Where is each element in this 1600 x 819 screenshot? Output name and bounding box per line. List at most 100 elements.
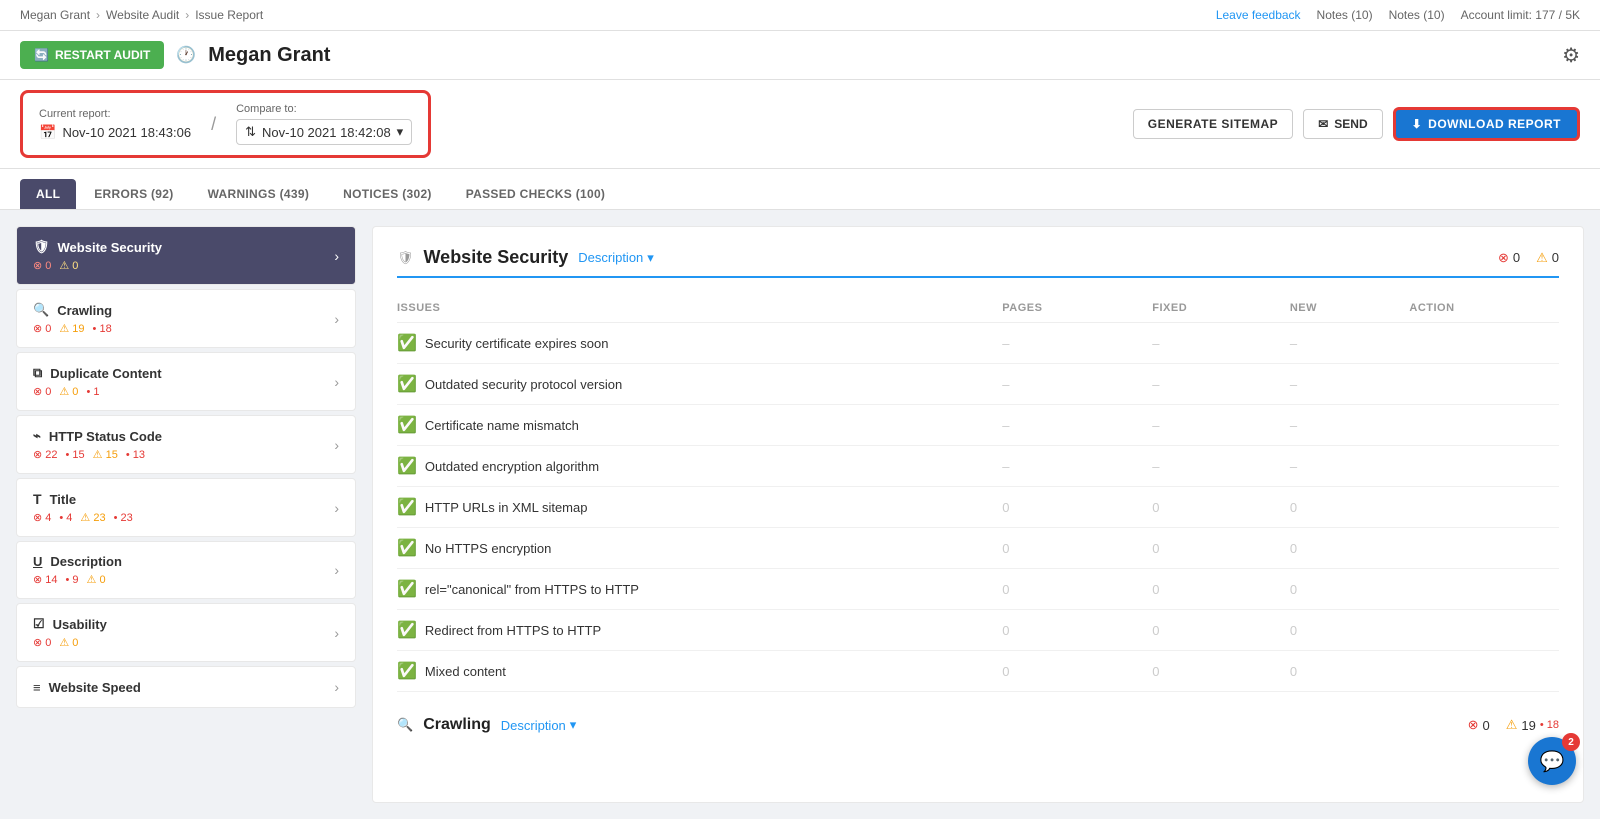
breadcrumb-sep-2: › — [185, 8, 189, 22]
issues-table: ISSUES PAGES FIXED NEW ACTION ✅ Security… — [397, 294, 1559, 692]
issue-action-cell — [1397, 569, 1559, 610]
table-row[interactable]: ✅ Redirect from HTTPS to HTTP 0 0 0 — [397, 610, 1559, 651]
table-row[interactable]: ✅ Security certificate expires soon – – … — [397, 323, 1559, 364]
sidebar-item-website-security-title: 🛡 Website Security — [33, 239, 162, 255]
issue-name-text: Outdated security protocol version — [425, 377, 622, 392]
issue-action-cell — [1397, 528, 1559, 569]
current-date-value: Nov-10 2021 18:43:06 — [62, 125, 191, 140]
notes-label[interactable]: Notes (10) — [1389, 8, 1445, 22]
issue-fixed-cell: – — [1140, 405, 1278, 446]
table-row[interactable]: ✅ Certificate name mismatch – – – — [397, 405, 1559, 446]
filter-tab-warnings[interactable]: WARNINGS (439) — [192, 179, 326, 209]
table-row[interactable]: ✅ HTTP URLs in XML sitemap 0 0 0 — [397, 487, 1559, 528]
section1-description-link[interactable]: Description ▾ — [578, 250, 654, 266]
table-row[interactable]: ✅ No HTTPS encryption 0 0 0 — [397, 528, 1559, 569]
report-bar: Current report: 📅 Nov-10 2021 18:43:06 /… — [0, 80, 1600, 169]
clock-icon[interactable]: 🕐 — [176, 45, 196, 65]
section1-warning-icon: ⚠ — [1536, 250, 1548, 266]
compare-label: Compare to: — [236, 103, 412, 115]
issue-new-cell: 0 — [1278, 651, 1398, 692]
chevron-right-icon-http: › — [334, 437, 339, 453]
issue-pages-cell: 0 — [990, 569, 1140, 610]
breadcrumb-item-2[interactable]: Website Audit — [106, 8, 179, 22]
filter-tab-notices[interactable]: NOTICES (302) — [327, 179, 448, 209]
envelope-icon: ✉ — [1318, 117, 1328, 131]
speed-icon: ≡ — [33, 680, 41, 695]
section1-header-left: 🛡 Website Security Description ▾ — [397, 247, 654, 268]
sidebar-http-label: HTTP Status Code — [49, 429, 162, 444]
section2-new-warn: • 18 — [1540, 719, 1559, 731]
issue-fixed-cell: – — [1140, 364, 1278, 405]
sidebar-item-usability-title: ☑ Usability — [33, 616, 107, 632]
desc-new-error-stat: • 9 — [66, 574, 79, 586]
sidebar-item-usability[interactable]: ☑ Usability ⊗ 0 ⚠ 0 › — [16, 603, 356, 662]
issue-pages-cell: 0 — [990, 487, 1140, 528]
sidebar-item-crawling-left: 🔍 Crawling ⊗ 0 ⚠ 19 • 18 — [33, 302, 112, 335]
sidebar-item-crawling-title: 🔍 Crawling — [33, 302, 112, 318]
sidebar-item-website-security[interactable]: 🛡 Website Security ⊗ 0 ⚠ 0 › — [16, 226, 356, 285]
issue-name-cell: ✅ Outdated encryption algorithm — [397, 446, 990, 487]
send-button[interactable]: ✉ SEND — [1303, 109, 1382, 139]
sidebar-item-title[interactable]: T Title ⊗ 4 • 4 ⚠ 23 • 23 › — [16, 478, 356, 537]
generate-sitemap-button[interactable]: GENERATE SITEMAP — [1133, 109, 1293, 139]
restart-audit-button[interactable]: 🔄 RESTART AUDIT — [20, 41, 164, 69]
report-bar-right: GENERATE SITEMAP ✉ SEND ⬇ DOWNLOAD REPOR… — [1133, 107, 1580, 141]
section1-shield-icon: 🛡 — [397, 250, 414, 266]
issue-action-cell — [1397, 487, 1559, 528]
title-warning-stat: ⚠ 23 — [80, 511, 105, 524]
usability-icon: ☑ — [33, 616, 45, 632]
crawling-new-stat: • 18 — [93, 323, 112, 335]
sidebar-item-http-status[interactable]: ⌁ HTTP Status Code ⊗ 22 • 15 ⚠ 15 • 13 › — [16, 415, 356, 474]
sidebar-item-crawling[interactable]: 🔍 Crawling ⊗ 0 ⚠ 19 • 18 › — [16, 289, 356, 348]
dup-new-stat: • 1 — [86, 386, 99, 398]
section2-header: 🔍 Crawling Description ▾ ⊗ 0 ⚠ 19 • 18 — [397, 716, 1559, 742]
chevron-right-icon-speed: › — [334, 679, 339, 695]
compare-date-value: Nov-10 2021 18:42:08 — [262, 125, 391, 140]
section2-desc-chevron: ▾ — [570, 717, 577, 733]
sidebar-usability-stats: ⊗ 0 ⚠ 0 — [33, 636, 107, 649]
sidebar: 🛡 Website Security ⊗ 0 ⚠ 0 › 🔍 Crawling … — [16, 226, 356, 803]
check-icon: ✅ — [397, 538, 417, 558]
section2-header-left: 🔍 Crawling Description ▾ — [397, 716, 576, 734]
dup-warning-stat: ⚠ 0 — [59, 385, 78, 398]
check-icon: ✅ — [397, 661, 417, 681]
sidebar-item-website-speed[interactable]: ≡ Website Speed › — [16, 666, 356, 708]
col-issues: ISSUES — [397, 294, 990, 323]
section2-warning-count: 19 — [1521, 718, 1535, 733]
section1-header: 🛡 Website Security Description ▾ ⊗ 0 ⚠ 0 — [397, 247, 1559, 278]
leave-feedback-link[interactable]: Leave feedback — [1216, 8, 1301, 22]
chevron-right-icon: › — [334, 248, 339, 264]
sidebar-item-website-security-left: 🛡 Website Security ⊗ 0 ⚠ 0 — [33, 239, 162, 272]
filter-tab-errors[interactable]: ERRORS (92) — [78, 179, 189, 209]
sidebar-item-duplicate-content[interactable]: ⧉ Duplicate Content ⊗ 0 ⚠ 0 • 1 › — [16, 352, 356, 411]
gear-icon[interactable]: ⚙ — [1562, 43, 1580, 68]
table-row[interactable]: ✅ Outdated encryption algorithm – – – — [397, 446, 1559, 487]
notes-link[interactable]: Notes (10) — [1317, 8, 1373, 22]
filter-tab-passed[interactable]: PASSED CHECKS (100) — [450, 179, 622, 209]
current-report-date: 📅 Nov-10 2021 18:43:06 — [39, 124, 191, 141]
breadcrumb-item-1[interactable]: Megan Grant — [20, 8, 90, 22]
col-new: NEW — [1278, 294, 1398, 323]
issue-name-text: rel="canonical" from HTTPS to HTTP — [425, 582, 639, 597]
issue-name-cell: ✅ Mixed content — [397, 651, 990, 692]
header: 🔄 RESTART AUDIT 🕐 Megan Grant ⚙ — [0, 31, 1600, 80]
search-icon: 🔍 — [33, 302, 49, 318]
sidebar-http-stats: ⊗ 22 • 15 ⚠ 15 • 13 — [33, 448, 162, 461]
issue-pages-cell: – — [990, 405, 1140, 446]
section1-description-label: Description — [578, 250, 643, 265]
sidebar-item-description[interactable]: U Description ⊗ 14 • 9 ⚠ 0 › — [16, 541, 356, 599]
top-bar-right: Leave feedback Notes (10) Notes (10) Acc… — [1216, 8, 1580, 22]
table-row[interactable]: ✅ rel="canonical" from HTTPS to HTTP 0 0… — [397, 569, 1559, 610]
compare-date-dropdown[interactable]: ⇅ Nov-10 2021 18:42:08 ▾ — [236, 119, 412, 145]
section2-title: Crawling — [423, 716, 491, 734]
section2-description-link[interactable]: Description ▾ — [501, 717, 577, 733]
download-report-button[interactable]: ⬇ DOWNLOAD REPORT — [1393, 107, 1580, 141]
filter-tab-all[interactable]: ALL — [20, 179, 76, 209]
chat-button[interactable]: 💬 2 — [1528, 737, 1576, 785]
title-new-error-stat: • 4 — [59, 512, 72, 524]
table-row[interactable]: ✅ Mixed content 0 0 0 — [397, 651, 1559, 692]
section1-error-icon: ⊗ — [1498, 250, 1509, 266]
issue-name-cell: ✅ Certificate name mismatch — [397, 405, 990, 446]
sidebar-title-label: Title — [50, 492, 77, 507]
table-row[interactable]: ✅ Outdated security protocol version – –… — [397, 364, 1559, 405]
